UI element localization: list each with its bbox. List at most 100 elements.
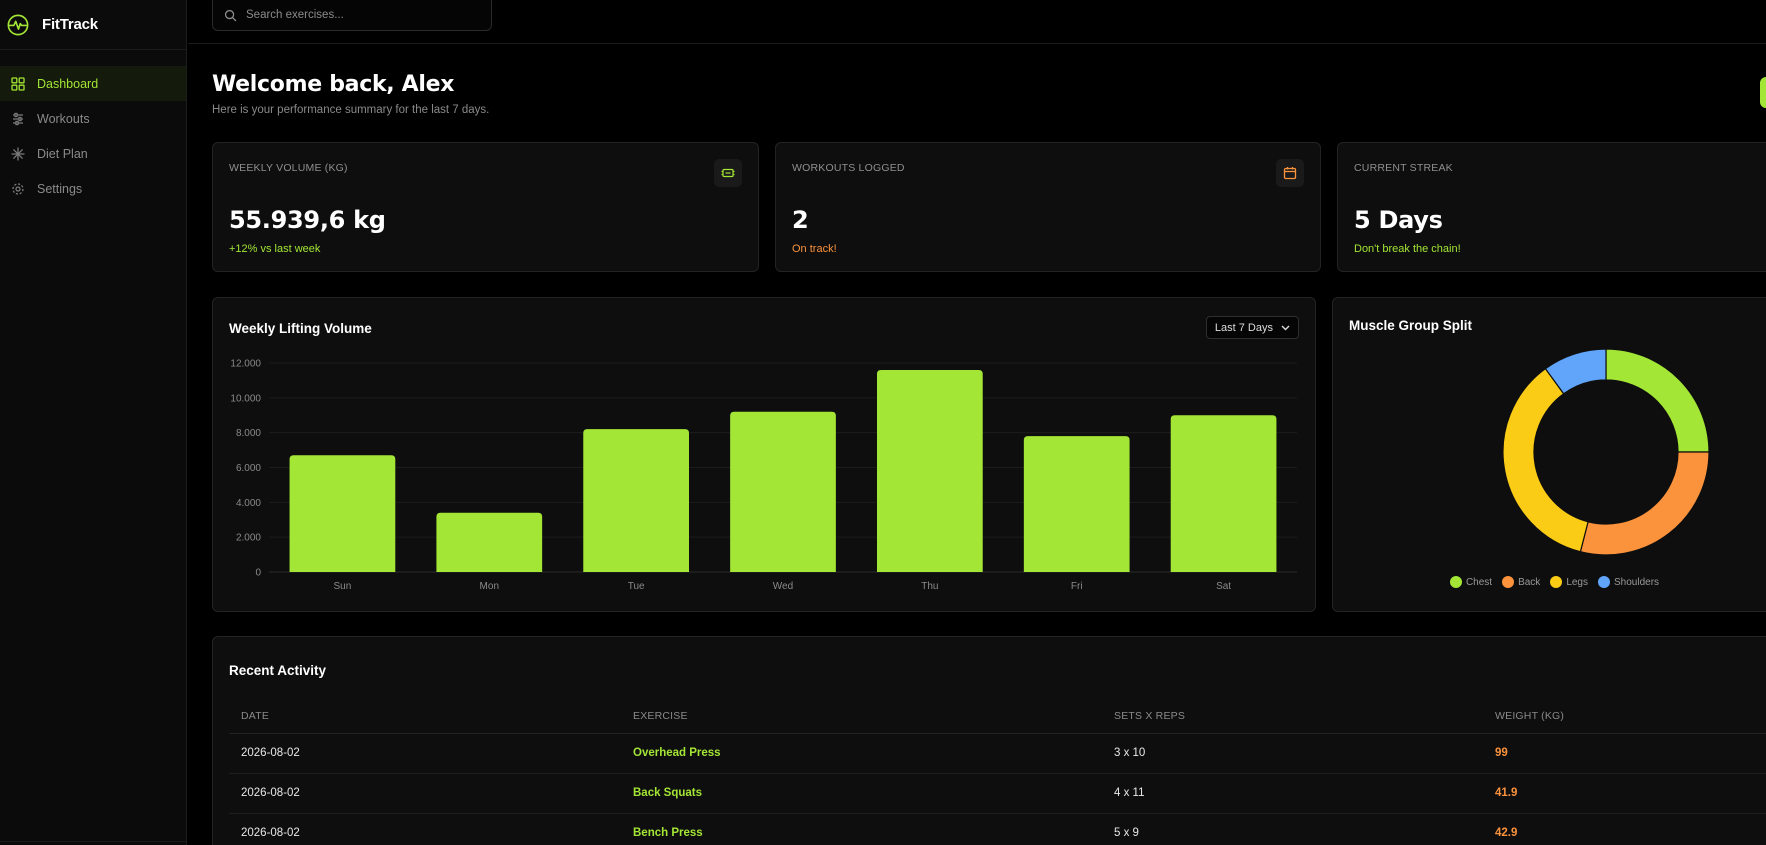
- column-header-weight[interactable]: WEIGHT (KG): [1483, 699, 1766, 734]
- weekly-volume-panel: Weekly Lifting Volume Last 7 Days 0 2.000…: [212, 297, 1316, 612]
- stat-note: Don't break the chain!: [1354, 243, 1461, 255]
- sidebar-item-workouts[interactable]: Workouts: [0, 101, 186, 136]
- stat-card-current-streak: CURRENT STREAK 5 Days Don't break the ch…: [1337, 142, 1766, 272]
- sidebar-item-diet-plan[interactable]: Diet Plan: [0, 136, 186, 171]
- activity-table: DATE EXERCISE SETS X REPS WEIGHT (KG) 20…: [229, 699, 1766, 845]
- bar-sat[interactable]: [1170, 415, 1277, 572]
- sidebar-item-label: Settings: [37, 181, 83, 196]
- y-tick-label: 12.000: [230, 359, 261, 370]
- cell-sets-reps: 5 x 9: [1102, 813, 1483, 845]
- slice-chest[interactable]: [1605, 348, 1710, 453]
- asterisk-icon: [11, 146, 25, 161]
- sidebar-item-settings[interactable]: Settings: [0, 171, 186, 206]
- legend-item-back[interactable]: Back: [1502, 576, 1540, 588]
- column-header-date[interactable]: DATE: [229, 699, 621, 734]
- legend-item-legs[interactable]: Legs: [1550, 576, 1588, 588]
- sidebar-item-label: Diet Plan: [37, 146, 88, 161]
- cell-sets-reps: 4 x 11: [1102, 773, 1483, 814]
- search-input[interactable]: [246, 9, 476, 21]
- legend-swatch: [1502, 576, 1515, 588]
- bar-tue[interactable]: [583, 429, 690, 572]
- stat-value: 5 Days: [1354, 206, 1443, 234]
- x-tick-label: Sat: [1216, 581, 1231, 592]
- cell-exercise: Back Squats: [621, 773, 1102, 814]
- page-subtitle: Here is your performance summary for the…: [212, 104, 490, 116]
- cell-exercise: Overhead Press: [621, 733, 1102, 774]
- bar-sun[interactable]: [289, 455, 396, 572]
- stat-label: WEEKLY VOLUME (KG): [229, 162, 348, 174]
- sidebar: FitTrack Dashboard Workouts Diet Plan Se…: [0, 0, 187, 845]
- legend-item-chest[interactable]: Chest: [1449, 576, 1493, 588]
- x-tick-label: Tue: [628, 581, 645, 592]
- x-tick-label: Mon: [480, 581, 499, 592]
- y-tick-label: 2.000: [236, 533, 261, 544]
- sidebar-nav: Dashboard Workouts Diet Plan Settings: [0, 50, 186, 206]
- bar-wed[interactable]: [730, 411, 836, 572]
- dumbbell-icon: [714, 159, 742, 187]
- x-tick-label: Sun: [334, 581, 352, 592]
- table-header-row: DATE EXERCISE SETS X REPS WEIGHT (KG): [229, 699, 1766, 734]
- table-row[interactable]: 2026-08-02 Overhead Press 3 x 10 99: [229, 733, 1766, 774]
- stat-card-workouts-logged: WORKOUTS LOGGED 2 On track!: [775, 142, 1321, 272]
- y-tick-label: 10.000: [230, 393, 261, 404]
- y-tick-label: 0: [255, 568, 261, 579]
- slice-legs[interactable]: [1502, 367, 1589, 553]
- pulse-logo-icon: [7, 14, 29, 35]
- gear-icon: [11, 182, 25, 196]
- slice-back[interactable]: [1579, 451, 1710, 556]
- cell-date: 2026-08-02: [229, 773, 621, 814]
- stat-value: 2: [792, 206, 809, 234]
- cell-weight: 41.9: [1483, 773, 1766, 814]
- bar-mon[interactable]: [436, 512, 543, 572]
- legend-label: Shoulders: [1614, 576, 1660, 588]
- cell-sets-reps: 3 x 10: [1102, 733, 1483, 774]
- stat-label: CURRENT STREAK: [1354, 162, 1453, 174]
- y-tick-label: 8.000: [236, 428, 261, 439]
- legend-item-shoulders[interactable]: Shoulders: [1598, 576, 1659, 588]
- cell-date: 2026-08-02: [229, 813, 621, 845]
- header-action-button[interactable]: [1760, 77, 1766, 108]
- x-tick-label: Fri: [1071, 581, 1083, 592]
- x-tick-label: Wed: [773, 581, 793, 592]
- sidebar-item-label: Dashboard: [37, 76, 99, 91]
- sidebar-item-dashboard[interactable]: Dashboard: [0, 66, 186, 101]
- legend-swatch: [1598, 576, 1610, 588]
- legend-label: Back: [1518, 576, 1541, 588]
- stat-note: +12% vs last week: [229, 243, 321, 255]
- muscle-split-donut-chart: [1502, 348, 1710, 556]
- search-box[interactable]: [212, 0, 492, 31]
- table-row[interactable]: 2026-08-02 Bench Press 5 x 9 42.9: [229, 813, 1766, 845]
- grid-icon: [11, 76, 25, 91]
- topbar: [188, 0, 1766, 44]
- bar-thu[interactable]: [876, 369, 983, 572]
- weekly-volume-bar-chart: 0 2.000 4.000 6.000 8.000 10.000 12.000 Sun Mon T…: [230, 359, 1297, 592]
- search-icon: [224, 9, 237, 21]
- cell-weight: 42.9: [1483, 813, 1766, 845]
- bar-fri[interactable]: [1023, 436, 1130, 572]
- page-title: Welcome back, Alex: [212, 72, 455, 97]
- legend-swatch: [1550, 576, 1563, 588]
- cell-exercise: Bench Press: [621, 813, 1102, 845]
- table-row[interactable]: 2026-08-02 Back Squats 4 x 11 41.9: [229, 773, 1766, 814]
- panel-title: Recent Activity: [229, 663, 327, 678]
- chart-legend: Chest Back Legs Shoulders: [1333, 576, 1766, 588]
- cell-date: 2026-08-02: [229, 733, 621, 774]
- stat-label: WORKOUTS LOGGED: [792, 162, 905, 174]
- calendar-icon: [1276, 159, 1304, 187]
- y-tick-label: 6.000: [236, 463, 261, 474]
- legend-label: Legs: [1566, 576, 1588, 588]
- column-header-exercise[interactable]: EXERCISE: [621, 699, 1102, 734]
- x-tick-label: Thu: [921, 581, 938, 592]
- sidebar-footer: [0, 841, 187, 845]
- cell-weight: 99: [1483, 733, 1766, 774]
- stat-note: On track!: [792, 243, 837, 255]
- brand[interactable]: FitTrack: [0, 0, 186, 50]
- recent-activity-panel: Recent Activity DATE EXERCISE SETS X REP…: [212, 636, 1766, 845]
- column-header-sets-reps[interactable]: SETS X REPS: [1102, 699, 1483, 734]
- legend-swatch: [1449, 576, 1462, 588]
- stat-card-weekly-volume: WEEKLY VOLUME (KG) 55.939,6 kg +12% vs l…: [212, 142, 759, 272]
- legend-label: Chest: [1465, 576, 1493, 588]
- brand-name: FitTrack: [42, 16, 98, 33]
- stat-value: 55.939,6 kg: [229, 206, 386, 234]
- sliders-icon: [11, 112, 25, 126]
